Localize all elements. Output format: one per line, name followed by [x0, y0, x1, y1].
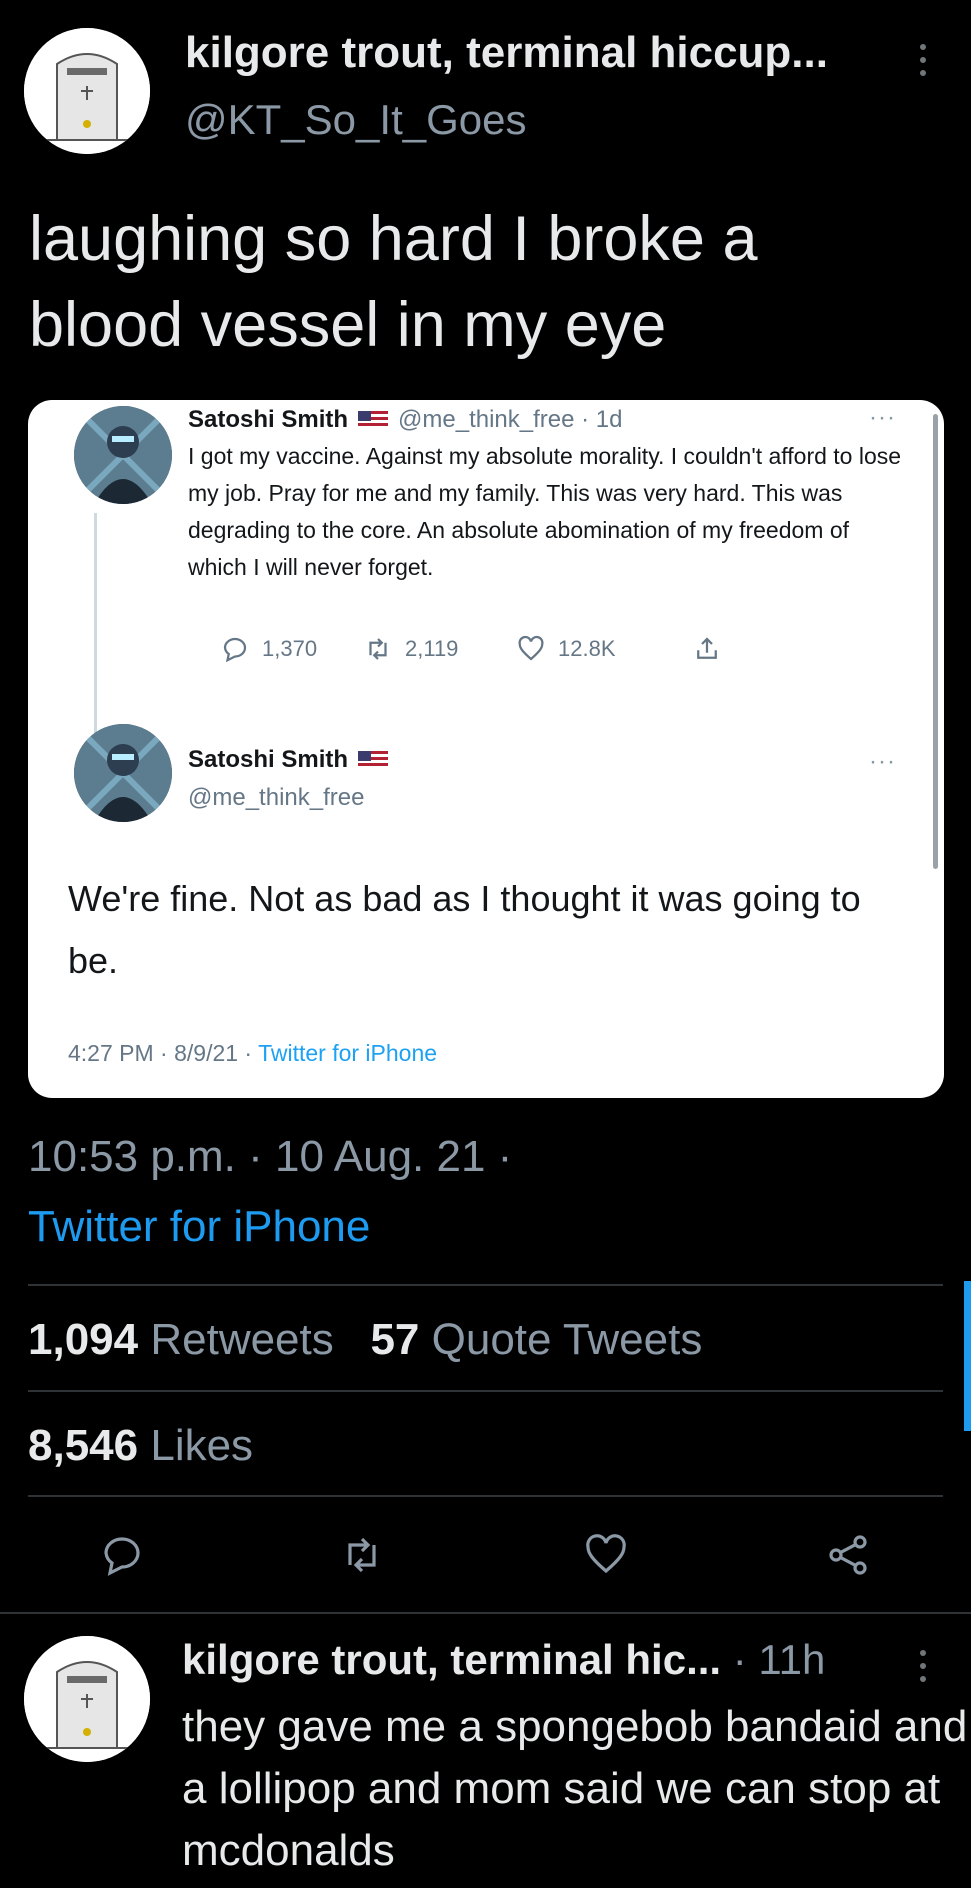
embedded-author-name-2: Satoshi Smith [188, 746, 389, 774]
author-handle[interactable]: @KT_So_It_Goes [185, 96, 526, 144]
like-icon [586, 1534, 626, 1574]
share-button[interactable] [824, 1531, 872, 1579]
retweet-stats[interactable]: 1,094 Retweets 57 Quote Tweets [28, 1315, 702, 1365]
quotes-label: Quote Tweets [431, 1315, 703, 1364]
kebab-icon[interactable] [918, 44, 928, 76]
embedded-retweet: 2,119 [363, 634, 458, 664]
like-icon [518, 635, 544, 661]
embedded-more-icon-2: ··· [869, 748, 896, 775]
author-avatar[interactable] [24, 28, 150, 154]
thread-line [94, 513, 97, 758]
embedded-time: 4:27 PM · 8/9/21 · [68, 1040, 259, 1066]
tweet-source-link[interactable]: Twitter for iPhone [28, 1202, 370, 1252]
embedded-handle-2: @me_think_free [188, 784, 365, 811]
embedded-footer: 4:27 PM · 8/9/21 · Twitter for iPhone [68, 1040, 437, 1067]
action-bar [0, 1531, 971, 1579]
tweet-text: laughing so hard I broke a blood vessel … [29, 204, 758, 360]
embedded-author-name-1: Satoshi Smith @me_think_free · 1d [188, 406, 623, 434]
retweets-count: 1,094 [28, 1315, 139, 1364]
embedded-name-2: Satoshi Smith [188, 746, 349, 773]
share-icon [697, 637, 717, 659]
embedded-text-1: I got my vaccine. Against my absolute mo… [188, 443, 902, 580]
reply-icon [223, 637, 247, 663]
embedded-share [692, 634, 722, 664]
embedded-like: 12.8K [516, 634, 616, 664]
tweet-timestamp: 10:53 p.m. · 10 Aug. 21 · [28, 1132, 513, 1181]
us-flag-icon [358, 411, 389, 429]
embedded-actions: 1,370 2,119 12.8K [188, 634, 808, 674]
share-icon [829, 1535, 867, 1575]
embedded-more-icon-1: ··· [869, 404, 896, 431]
likes-label: Likes [150, 1421, 254, 1470]
kebab-icon[interactable] [918, 1650, 928, 1682]
embedded-source: Twitter for iPhone [258, 1040, 438, 1066]
page-scrollbar[interactable] [964, 1281, 971, 1431]
like-button[interactable] [582, 1531, 630, 1579]
embedded-avatar-2 [74, 724, 172, 822]
likes-count: 8,546 [28, 1421, 139, 1470]
embedded-meta-1: @me_think_free · 1d [398, 406, 623, 433]
reply-icon [104, 1537, 140, 1576]
reply-button[interactable] [98, 1531, 146, 1579]
reply-author-line[interactable]: kilgore trout, terminal hic... · 11h [182, 1636, 825, 1684]
embedded-retweet-count: 2,119 [405, 636, 459, 661]
retweet-icon [348, 1537, 376, 1573]
reply-text: they gave me a spongebob bandaid and a l… [182, 1702, 968, 1875]
quotes-count: 57 [370, 1315, 420, 1364]
retweet-icon [369, 638, 387, 660]
divider [28, 1390, 943, 1392]
divider [0, 1612, 971, 1614]
reply-time: · 11h [721, 1636, 826, 1683]
reply-author-name: kilgore trout, terminal hic... [182, 1636, 722, 1683]
likes-stats[interactable]: 8,546 Likes [28, 1421, 253, 1471]
embedded-text-2: We're fine. Not as bad as I thought it w… [68, 878, 861, 981]
embedded-like-count: 12.8K [558, 636, 616, 661]
embedded-reply-count: 1,370 [262, 636, 318, 661]
divider [28, 1284, 943, 1286]
embedded-name-1: Satoshi Smith [188, 406, 349, 433]
embedded-avatar-1 [74, 406, 172, 504]
reply-author-avatar[interactable] [24, 1636, 150, 1762]
embedded-scrollbar [933, 414, 938, 869]
retweets-label: Retweets [150, 1315, 334, 1364]
embedded-reply: 1,370 [220, 634, 317, 664]
us-flag-icon [358, 751, 389, 769]
author-name[interactable]: kilgore trout, terminal hiccup... [185, 28, 828, 78]
retweet-button[interactable] [338, 1531, 386, 1579]
embedded-screenshot[interactable]: Satoshi Smith @me_think_free · 1d ··· I … [28, 400, 944, 1098]
divider [28, 1495, 943, 1497]
